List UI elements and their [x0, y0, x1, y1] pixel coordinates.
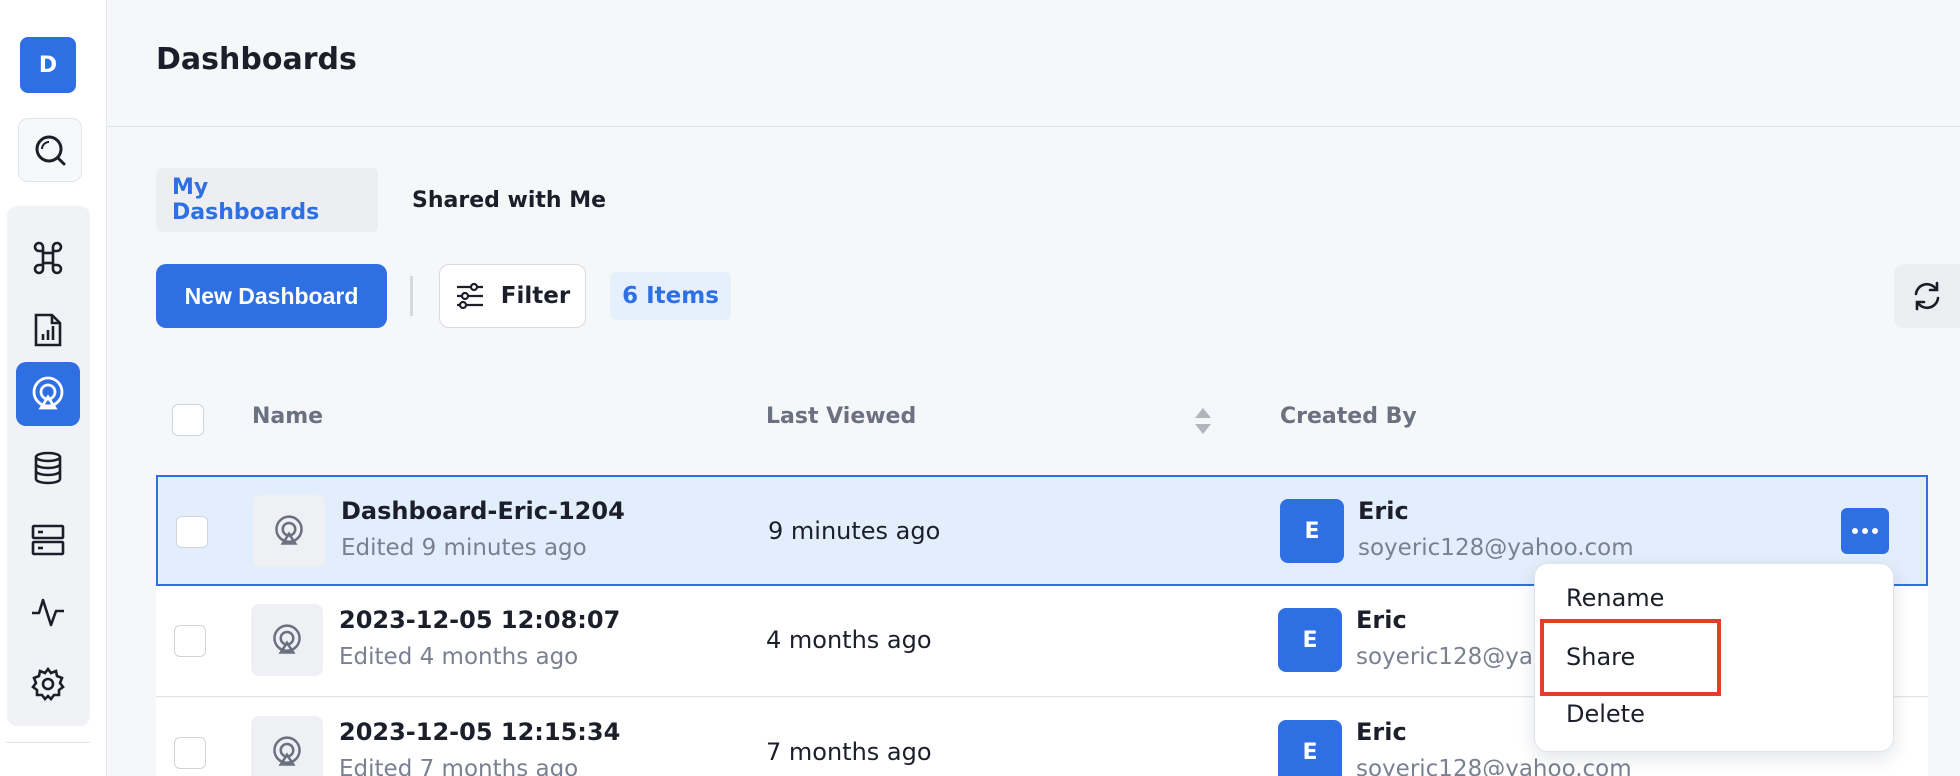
dashboard-thumbnail — [251, 604, 323, 676]
sort-icon[interactable] — [1193, 406, 1213, 436]
sidebar-item-servers[interactable] — [16, 508, 80, 572]
sidebar-item-dashboards[interactable] — [16, 362, 80, 426]
server-icon — [31, 524, 65, 556]
refresh-button[interactable] — [1894, 264, 1960, 328]
row-actions-menu: Rename Share Delete — [1534, 563, 1894, 752]
select-all-checkbox[interactable] — [172, 404, 204, 436]
edited-time: Edited 7 months ago — [339, 756, 579, 776]
sidebar-nav — [7, 206, 90, 726]
dashboard-name[interactable]: Dashboard-Eric-1204 — [341, 497, 625, 525]
search-icon — [35, 135, 66, 166]
creator-name: Eric — [1356, 606, 1407, 634]
column-header-name[interactable]: Name — [252, 404, 323, 429]
edited-time: Edited 9 minutes ago — [341, 535, 587, 561]
tab-shared-with-me[interactable]: Shared with Me — [396, 168, 622, 232]
dashboard-thumbnail — [251, 716, 323, 776]
report-icon — [34, 313, 62, 347]
creator-name: Eric — [1356, 718, 1407, 746]
dashboard-icon — [273, 736, 301, 766]
dashboard-icon — [32, 376, 64, 410]
last-viewed: 7 months ago — [766, 738, 932, 766]
avatar: E — [1280, 499, 1344, 563]
sidebar-divider — [6, 742, 90, 743]
toolbar-divider — [410, 276, 413, 316]
edited-time: Edited 4 months ago — [339, 644, 579, 670]
filter-label: Filter — [500, 283, 571, 309]
database-icon — [34, 451, 62, 485]
row-checkbox[interactable] — [176, 516, 208, 548]
avatar: E — [1278, 608, 1342, 672]
menu-item-share[interactable]: Share — [1566, 643, 1635, 671]
tab-my-dashboards[interactable]: My Dashboards — [156, 168, 378, 232]
activity-icon — [32, 598, 64, 627]
last-viewed: 9 minutes ago — [768, 517, 941, 545]
creator-email: soyeric128@yahoo.com — [1358, 535, 1634, 561]
dashboard-icon — [275, 515, 303, 545]
search-button[interactable] — [18, 118, 82, 182]
more-horizontal-icon — [1852, 528, 1878, 534]
settings-icon — [31, 666, 65, 701]
row-checkbox[interactable] — [174, 625, 206, 657]
sidebar-item-reports[interactable] — [16, 298, 80, 362]
avatar: E — [1278, 720, 1342, 776]
sidebar-item-integrations[interactable] — [16, 226, 80, 290]
creator-email: soyeric128@yahoo.com — [1356, 756, 1632, 776]
page-header: Dashboards — [107, 0, 1960, 127]
sidebar-item-settings[interactable] — [16, 652, 80, 716]
refresh-icon — [1914, 281, 1940, 311]
page-title: Dashboards — [156, 42, 357, 77]
menu-item-rename[interactable]: Rename — [1566, 584, 1664, 612]
filter-icon — [456, 282, 483, 310]
menu-item-delete[interactable]: Delete — [1566, 700, 1645, 728]
workspace-avatar[interactable]: D — [20, 37, 76, 93]
column-header-last-viewed[interactable]: Last Viewed — [766, 404, 916, 429]
items-count-badge: 6 Items — [610, 272, 731, 320]
filter-button[interactable]: Filter — [439, 264, 586, 328]
sidebar-item-database[interactable] — [16, 436, 80, 500]
new-dashboard-button[interactable]: New Dashboard — [156, 264, 387, 328]
last-viewed: 4 months ago — [766, 626, 932, 654]
dashboard-icon — [273, 624, 301, 654]
integrations-icon — [33, 241, 63, 275]
dashboard-thumbnail — [253, 495, 325, 567]
sidebar-item-activity[interactable] — [16, 580, 80, 644]
dashboard-name[interactable]: 2023-12-05 12:08:07 — [339, 606, 620, 634]
row-checkbox[interactable] — [174, 737, 206, 769]
dashboard-name[interactable]: 2023-12-05 12:15:34 — [339, 718, 620, 746]
column-header-created-by[interactable]: Created By — [1280, 404, 1417, 429]
creator-name: Eric — [1358, 497, 1409, 525]
more-actions-button[interactable] — [1841, 508, 1889, 554]
sidebar: D — [0, 0, 107, 776]
